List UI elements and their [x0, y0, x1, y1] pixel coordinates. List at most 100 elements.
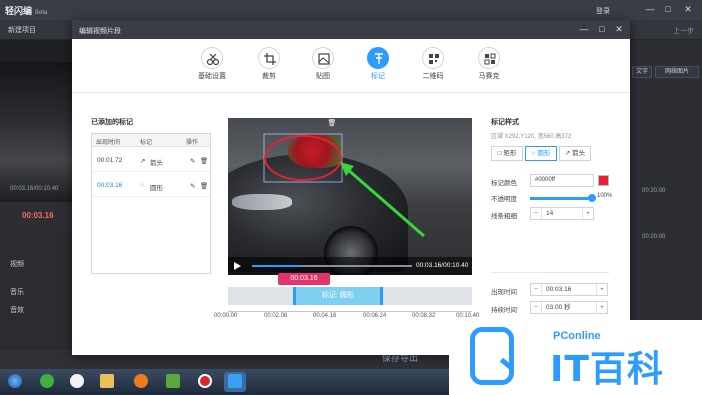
color-field[interactable]: #0000ff — [530, 174, 594, 187]
app-titlebar: 轻闪编 Beta 登录 — □ ✕ — [0, 0, 702, 20]
app-close-icon[interactable]: ✕ — [682, 4, 694, 15]
color-label: 标记颜色 — [491, 180, 517, 187]
taskbar-folder-icon[interactable] — [96, 372, 118, 392]
appear-time-stepper[interactable]: − 00:03.16 + — [530, 283, 608, 296]
app-current-time: 00:03.16 — [22, 211, 54, 220]
color-swatch[interactable] — [598, 175, 609, 186]
scissors-icon — [201, 47, 223, 69]
opacity-slider-fill — [530, 197, 592, 200]
dialog-maximize-icon[interactable]: □ — [596, 23, 608, 35]
circle-icon: ○ — [531, 150, 536, 157]
tab-mark[interactable]: 标记 — [351, 47, 405, 87]
play-icon[interactable] — [234, 262, 241, 270]
header-ops: 操作 — [186, 140, 199, 146]
preview-time: 00:03.16/00:10.40 — [416, 262, 469, 269]
tick-label: 00:00.00 — [214, 313, 238, 319]
increment-button[interactable]: + — [582, 208, 593, 219]
opacity-slider-handle[interactable] — [588, 194, 596, 202]
row-mark-label: 箭头 — [150, 160, 163, 167]
undo-button[interactable]: 上一步 — [673, 26, 694, 36]
tab-label: 裁剪 — [262, 73, 276, 80]
tick-label: 00:02.08 — [264, 313, 288, 319]
edit-icon[interactable]: ✎ — [190, 157, 195, 165]
opacity-value: 100% — [597, 193, 613, 199]
taskbar-record-icon[interactable] — [194, 372, 216, 392]
tab-label: 标记 — [371, 73, 385, 80]
image-icon — [312, 47, 334, 69]
track-video-label: 视频 — [10, 261, 24, 268]
arrow-icon: ↗ — [140, 158, 146, 165]
tab-qrcode[interactable]: 二维码 — [406, 47, 460, 87]
watermark-title: IT百科 — [550, 349, 664, 390]
table-row[interactable]: 00:01.72 ↗ 箭头 ✎ 🗑 — [92, 150, 210, 172]
delete-icon[interactable]: 🗑 — [200, 157, 208, 165]
app-right-time-1: 00:20.00 — [642, 188, 666, 194]
increment-button[interactable]: + — [596, 284, 607, 295]
header-mark: 标记 — [140, 140, 153, 146]
delete-icon[interactable]: 🗑 — [200, 182, 208, 190]
delete-mark-icon[interactable]: 🗑 — [327, 119, 337, 129]
tab-label: 基础设置 — [198, 73, 226, 80]
marks-list-title: 已添加的标记 — [91, 119, 133, 126]
taskbar-app-icon-2[interactable] — [66, 372, 88, 392]
taskbar-editor-icon[interactable] — [224, 372, 246, 392]
tab-mosaic[interactable]: 马赛克 — [462, 47, 516, 87]
current-time-badge: 00:03.16 — [278, 273, 330, 285]
pconline-logo-icon — [470, 327, 514, 385]
taskbar-browser-icon[interactable] — [130, 372, 152, 392]
duration-value: 03.00 秒 — [546, 304, 571, 311]
shape-circle-button[interactable]: ○ 圆形 — [525, 146, 557, 161]
taskbar-media-icon[interactable] — [162, 372, 184, 392]
arrow-icon: ↗ — [564, 150, 571, 157]
crop-icon — [258, 47, 280, 69]
shape-label: 圆形 — [537, 150, 551, 157]
app-minimize-icon[interactable]: — — [644, 4, 656, 15]
increment-button[interactable]: + — [596, 302, 607, 313]
start-button[interactable] — [4, 372, 26, 392]
decrement-button[interactable]: − — [531, 302, 542, 313]
opacity-label: 不透明度 — [491, 196, 517, 203]
border-width-stepper[interactable]: − 14 + — [530, 207, 594, 220]
new-project-button[interactable]: 新建项目 — [8, 25, 36, 35]
mark-region-info: 区域 X292,Y120, 宽560,高372 — [491, 134, 572, 140]
edit-icon[interactable]: ✎ — [190, 182, 195, 190]
app-net-image-button[interactable]: 网络图片 — [655, 66, 699, 78]
square-icon: □ — [497, 150, 502, 157]
shape-arrow-button[interactable]: ↗ 箭头 — [559, 146, 591, 161]
marks-table-header: 出现时间 标记 操作 — [92, 134, 210, 147]
track-dub-label: 音效 — [10, 307, 24, 314]
app-maximize-icon[interactable]: □ — [662, 4, 674, 15]
preview-progress-fill — [252, 265, 300, 267]
track-music-label: 音乐 — [10, 289, 24, 296]
dialog-close-icon[interactable]: ✕ — [613, 23, 625, 35]
mark-overlay[interactable] — [228, 118, 472, 275]
tick-label: 00:10.40 — [456, 313, 480, 319]
duration-label: 持续时间 — [491, 307, 517, 314]
app-text-button[interactable]: 文字 — [632, 66, 652, 78]
app-preview-time: 00:03.16/00:10.40 — [10, 186, 59, 192]
table-row[interactable]: 00:03.16 ○ 圆形 ✎ 🗑 — [92, 175, 210, 197]
tab-crop[interactable]: 裁剪 — [242, 47, 296, 87]
divider — [491, 272, 609, 273]
decrement-button[interactable]: − — [531, 284, 542, 295]
row-mark-label: 圆形 — [150, 185, 163, 192]
tab-sticker[interactable]: 贴图 — [296, 47, 350, 87]
border-width-value: 14 — [546, 210, 554, 217]
login-link[interactable]: 登录 — [596, 6, 610, 16]
tab-basic-settings[interactable]: 基础设置 — [185, 47, 239, 87]
video-preview[interactable]: 🗑 00:03.16/00:10.40 — [228, 118, 472, 275]
decrement-button[interactable]: − — [531, 208, 542, 219]
duration-stepper[interactable]: − 03.00 秒 + — [530, 301, 608, 314]
mark-style-title: 标记样式 — [491, 119, 519, 126]
tab-label: 二维码 — [422, 73, 444, 80]
tool-tabs: 基础设置 裁剪 贴图 标记 二维码 马赛克 — [72, 39, 630, 93]
mark-clip[interactable]: 标记: 圆形 — [293, 287, 383, 305]
taskbar-app-icon-1[interactable] — [36, 372, 58, 392]
app-name: 轻闪编 — [5, 6, 33, 16]
shape-rect-button[interactable]: □ 矩形 — [491, 146, 523, 161]
app-preview-image — [0, 62, 72, 202]
app-preview-left — [0, 40, 72, 202]
tick-label: 00:06.24 — [363, 313, 387, 319]
dialog-minimize-icon[interactable]: — — [578, 23, 590, 35]
pin-icon — [367, 47, 389, 69]
